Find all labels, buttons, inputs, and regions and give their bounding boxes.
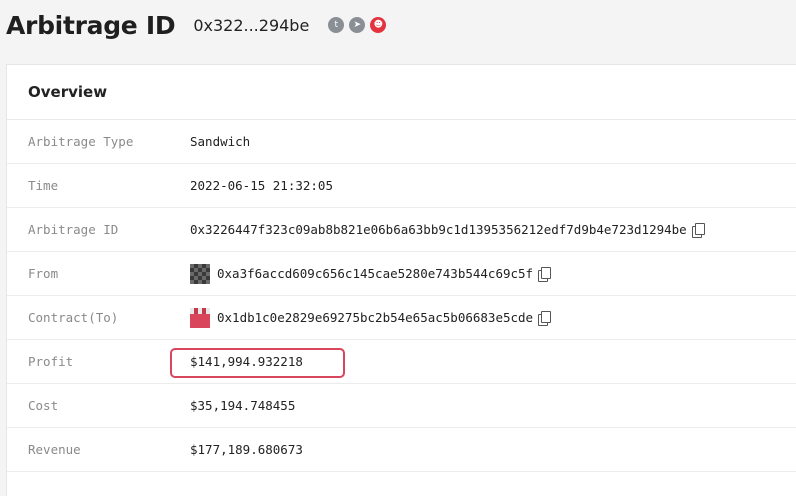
contract-avatar-icon [190,307,210,328]
copy-icon[interactable] [691,222,705,238]
from-address-link[interactable]: 0xa3f6accd609c656c145cae5280e743b544c69c… [217,266,533,281]
cost-value: $35,194.748455 [190,398,295,413]
contract-address-link[interactable]: 0x1db1c0e2829e69275bc2b54e65ac5b06683e5c… [217,310,533,325]
overview-title: Overview [28,83,108,101]
arbitrage-short-id: 0x322...294be [193,15,310,35]
overview-header: Overview [7,65,796,120]
copy-icon[interactable] [538,266,552,282]
revenue-value: $177,189.680673 [190,442,303,457]
row-value: 0x3226447f323c09ab8b821e06b6a63bb9c1d139… [190,222,687,237]
arbitrage-type-value: Sandwich [190,134,250,149]
row-label: Contract(To) [28,310,119,325]
row-label: Cost [28,398,59,413]
row-label: Revenue [28,442,81,457]
row-label: Time [28,178,59,193]
row-contract-to: Contract(To) 0x1db1c0e2829e69275bc2b54e6… [7,296,796,340]
row-label: Arbitrage ID [28,222,119,237]
row-value: 2022-06-15 21:32:05 [190,178,333,193]
copy-icon[interactable] [538,310,552,326]
row-label: From [28,266,59,281]
row-arbitrage-type: Arbitrage Type Sandwich [7,120,796,164]
page-title: Arbitrage ID [6,10,176,40]
row-time: Time 2022-06-15 21:32:05 [7,164,796,208]
telegram-icon[interactable]: ➤ [349,17,366,33]
row-value: $177,189.680673 [190,442,303,457]
twitter-icon[interactable]: t [328,17,345,33]
social-share-group: t ➤ ☻ [328,17,387,33]
arbitrage-id-value: 0x3226447f323c09ab8b821e06b6a63bb9c1d139… [190,222,705,238]
row-cost: Cost $35,194.748455 [7,384,796,428]
row-from: From 0xa3f6accd609c656c145cae5280e743b54… [7,252,796,296]
row-label: Profit [28,354,74,369]
from-value: 0xa3f6accd609c656c145cae5280e743b544c69c… [190,263,552,284]
page-header: Arbitrage ID 0x322...294be t ➤ ☻ [0,0,796,50]
reddit-icon[interactable]: ☻ [370,17,387,33]
row-revenue: Revenue $177,189.680673 [7,428,796,472]
row-arbitrage-id: Arbitrage ID 0x3226447f323c09ab8b821e06b… [7,208,796,252]
address-avatar-icon [190,263,210,284]
time-value: 2022-06-15 21:32:05 [190,178,333,193]
row-profit: Profit $141,994.932218 [7,340,796,384]
row-label: Arbitrage Type [28,134,134,149]
contract-to-value: 0x1db1c0e2829e69275bc2b54e65ac5b06683e5c… [190,307,552,328]
row-value: $35,194.748455 [190,398,296,413]
profit-highlight-box [170,348,345,378]
overview-card: Overview Arbitrage Type Sandwich Time 20… [6,64,796,496]
row-value: Sandwich [190,134,251,149]
